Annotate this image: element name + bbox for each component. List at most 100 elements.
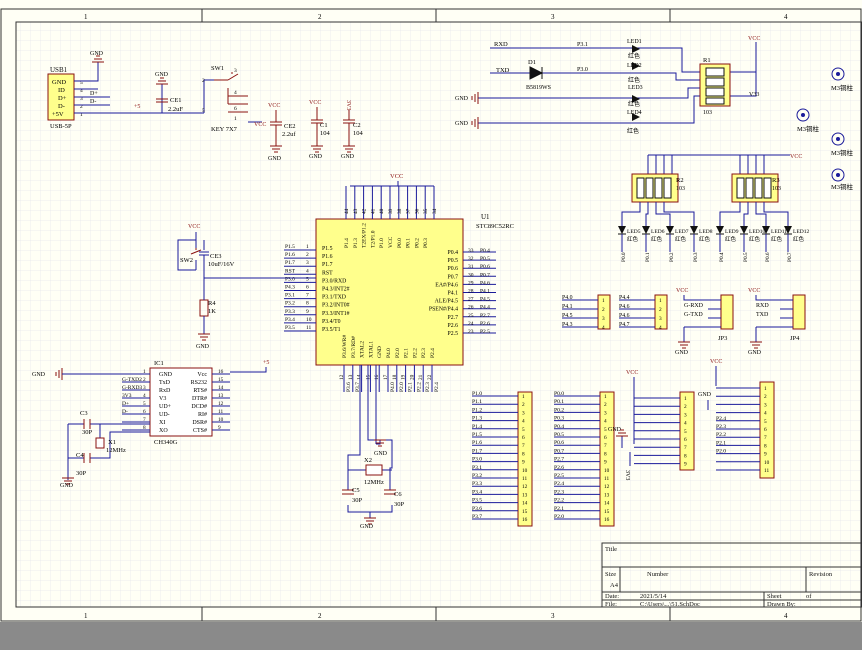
header-net: P3.5: [472, 498, 482, 504]
tb-size: Size: [605, 571, 616, 578]
mount-label-1: M3铜柱: [831, 83, 854, 92]
ch340-type: CH340G: [154, 439, 178, 446]
net-rxd: RXD: [494, 41, 508, 48]
mcu-right-num: 24: [468, 321, 474, 327]
mcu-bottom-label: XTAL2: [360, 341, 366, 358]
mcu-top-num: 35: [423, 208, 429, 214]
header-pin-num: 5: [684, 429, 687, 435]
mcu-left-net: P1.7: [285, 260, 295, 266]
svg-text:C6: C6: [394, 491, 402, 498]
mcu-right-net: P0.5: [480, 256, 490, 262]
mcu-bottom-net: P4.0: [390, 382, 396, 392]
mcu-right-net: P0.7: [480, 272, 490, 278]
rpack-r3-ref: R3: [772, 177, 780, 184]
mcu-top-label: T2EX/P1.2: [362, 223, 368, 248]
svg-text:VCC: VCC: [188, 224, 200, 230]
mcu-left-label: P4.3/INT2#: [322, 287, 350, 293]
jp3-ref: JP3: [718, 335, 727, 342]
ch340-right-label: RS232: [191, 380, 207, 386]
header-pin-num: 14: [522, 501, 528, 507]
header-net: P2.6: [554, 465, 564, 471]
header-net: P4.1: [562, 304, 573, 310]
header-net: P3.2: [472, 473, 482, 479]
tb-sheet: Sheet: [767, 593, 782, 600]
header-net: P3.7: [472, 514, 482, 520]
mcu-bottom-num: 17: [383, 374, 389, 380]
header-pin-num: 6: [764, 427, 767, 433]
svg-text:VCC: VCC: [676, 288, 688, 294]
header-pin-num: 1: [764, 386, 767, 392]
mcu-top-label: P1.0: [379, 238, 385, 248]
header-pin-num: 11: [764, 468, 769, 474]
ch340-right-num: 11: [218, 409, 223, 415]
mcu-bottom-label: XTAL1: [368, 341, 374, 358]
ch340-left-label: UD+: [159, 404, 172, 410]
mcu-top-label: P0.2: [414, 238, 420, 248]
led-color: 红色: [793, 235, 805, 243]
header-net: P4.3: [562, 322, 573, 328]
header-net: P4.4: [619, 295, 630, 301]
svg-text:GND: GND: [309, 154, 323, 160]
header-pin-num: 3: [659, 316, 662, 322]
mcu-left-num: 5: [306, 276, 309, 282]
svg-text:VCC: VCC: [748, 288, 760, 294]
mcu-bottom-label: P2.3: [421, 348, 427, 358]
diode-d1-type: B5819WS: [526, 85, 551, 91]
led-ref: LED9: [725, 229, 739, 235]
header-net: P2.4: [554, 481, 564, 487]
header-net: P2.0: [716, 449, 726, 455]
led-net: P0.5: [743, 252, 749, 262]
header-net: P0.2: [554, 407, 564, 413]
mcu-right-label: P0.7: [448, 274, 459, 280]
tb-revision: Revision: [809, 571, 833, 578]
mcu-top-label: P0.0: [397, 238, 403, 248]
schematic-canvas: 1 2 3 4 1 2 3 4 USB1 GND ID D+ D- +5V US…: [0, 0, 862, 622]
ch340-left-label: TxD: [159, 380, 171, 386]
mcu-right-num: 27: [468, 297, 474, 303]
svg-text:2.2uF: 2.2uF: [168, 106, 183, 113]
mcu-left-num: 7: [306, 293, 309, 299]
mcu-bottom-net: P2.0: [399, 382, 405, 392]
header-pin-num: 9: [604, 460, 607, 466]
led-ref: LED12: [793, 229, 809, 235]
mcu-bottom-net: P2.2: [416, 382, 422, 392]
tb-date: Date:: [605, 593, 619, 600]
sw1-vcc: VCC: [254, 122, 266, 128]
ch340-ref: IC1: [154, 360, 164, 367]
reset-sw2: SW2: [180, 257, 193, 264]
header-pin-num: 4: [659, 325, 662, 331]
mcu-left-label: P1.5: [322, 246, 333, 252]
header-net: P2.3: [716, 424, 726, 430]
mcu-left-net: P4.3: [285, 285, 295, 291]
jp4-ref: JP4: [790, 335, 800, 342]
usb-net-dm: D-: [90, 99, 96, 105]
mcu-top-num: 40: [379, 208, 385, 214]
header-pin-num: 5: [764, 419, 767, 425]
mcu-bottom-num: 12: [339, 374, 345, 380]
svg-text:V33: V33: [749, 92, 759, 98]
usb-type: USB-5P: [50, 123, 72, 130]
ch340-right-num: 16: [218, 369, 224, 375]
zone-bottom-3: 3: [551, 612, 555, 620]
header-net: P1.0: [472, 391, 482, 397]
tb-drawn: Drawn By:: [767, 601, 796, 608]
tb-file: File:: [605, 601, 617, 608]
usb-plus5: +5: [134, 104, 140, 110]
mcu-bottom-net: P2.4: [434, 382, 440, 392]
svg-text:4: 4: [234, 90, 237, 96]
schematic-sheet: 1 2 3 4 1 2 3 4 USB1 GND ID D+ D- +5V US…: [0, 0, 862, 646]
header-net: P3.6: [472, 506, 482, 512]
ch340-right-num: 15: [218, 377, 224, 383]
mcu-top-label: VCC: [388, 236, 394, 248]
ch340-left-label: UD-: [159, 412, 170, 418]
header-pin-num: 3: [522, 410, 525, 416]
header-net: P2.3: [554, 489, 564, 495]
svg-text:30P: 30P: [76, 470, 87, 477]
mcu-right-num: 32: [468, 256, 474, 262]
svg-text:RXD: RXD: [756, 303, 769, 309]
header-pin-num: 4: [604, 419, 607, 425]
mcu-bottom-num: 21: [418, 374, 424, 380]
svg-text:6: 6: [234, 106, 237, 112]
zone-top-4: 4: [784, 13, 788, 21]
svg-text:C1: C1: [320, 122, 328, 129]
